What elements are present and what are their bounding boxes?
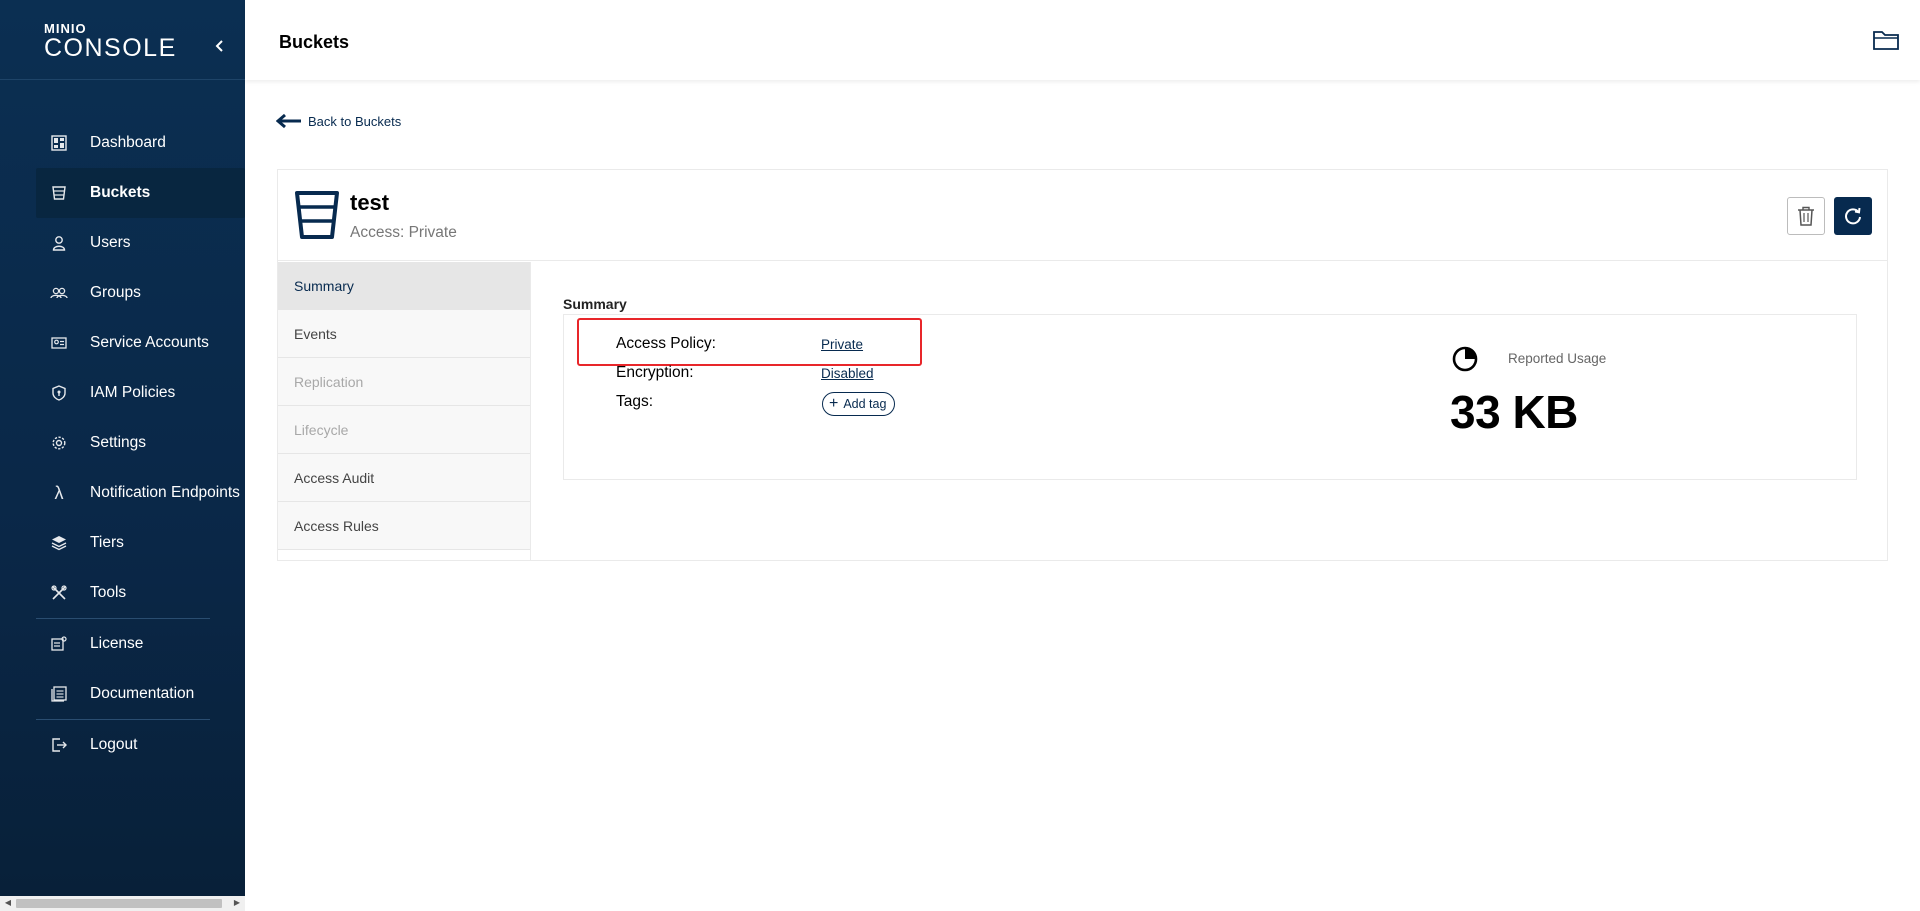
sidebar-item-label: Documentation xyxy=(90,685,195,702)
sidebar-item-label: Tools xyxy=(90,584,127,601)
scroll-left-icon[interactable]: ◀ xyxy=(3,898,13,908)
sidebar-item-documentation[interactable]: Documentation xyxy=(36,669,245,719)
access-policy-link[interactable]: Private xyxy=(821,337,863,352)
sidebar-item-notification-endpoints[interactable]: λ Notification Endpoints xyxy=(36,468,245,518)
minio-console-logo[interactable]: MINIO CONSOLE xyxy=(44,22,184,62)
collapse-sidebar-button[interactable] xyxy=(210,36,230,56)
bucket-tabs: Summary Events Replication Lifecycle Acc… xyxy=(278,262,531,561)
tab-summary[interactable]: Summary xyxy=(278,262,530,310)
bucket-panel: test Access: Private Summary Events Repl… xyxy=(277,169,1888,561)
tab-access-audit[interactable]: Access Audit xyxy=(278,454,530,502)
lambda-icon: λ xyxy=(54,482,64,503)
horizontal-scrollbar[interactable]: ◀ ▶ xyxy=(0,896,245,911)
sidebar-item-label: IAM Policies xyxy=(90,384,176,401)
bucket-header: test Access: Private xyxy=(278,170,1887,261)
tab-access-rules[interactable]: Access Rules xyxy=(278,502,530,550)
arrow-left-icon xyxy=(276,113,301,129)
folder-icon[interactable] xyxy=(1872,28,1900,52)
sidebar-item-label: Notification Endpoints xyxy=(90,484,240,501)
bucket-access: Access: Private xyxy=(350,224,457,241)
sidebar-item-label: Tiers xyxy=(90,534,124,551)
sidebar-item-settings[interactable]: Settings xyxy=(36,418,245,468)
tab-events[interactable]: Events xyxy=(278,310,530,358)
access-policy-label: Access Policy: xyxy=(616,335,716,352)
bucket-icon xyxy=(50,184,68,202)
tags-label: Tags: xyxy=(616,393,654,410)
reported-usage-value: 33 KB xyxy=(1450,386,1578,438)
summary-title: Summary xyxy=(563,296,627,312)
logout-icon xyxy=(50,736,68,754)
sidebar-item-label: Buckets xyxy=(90,184,151,201)
sidebar: MINIO CONSOLE Dashboard Buckets Users Gr… xyxy=(0,0,245,911)
chevron-left-icon xyxy=(215,40,223,52)
sidebar-item-service-accounts[interactable]: Service Accounts xyxy=(36,318,245,368)
sidebar-item-label: Logout xyxy=(90,736,138,753)
sidebar-nav: Dashboard Buckets Users Groups Service A… xyxy=(36,118,245,770)
plus-icon: + xyxy=(829,395,839,412)
add-tag-button[interactable]: + Add tag xyxy=(822,392,896,416)
encryption-link[interactable]: Disabled xyxy=(821,366,874,381)
scroll-right-icon[interactable]: ▶ xyxy=(232,898,242,908)
encryption-label: Encryption: xyxy=(616,364,694,381)
sidebar-item-label: Settings xyxy=(90,434,147,451)
bucket-large-icon xyxy=(295,191,339,239)
sidebar-item-groups[interactable]: Groups xyxy=(36,268,245,318)
sidebar-item-tools[interactable]: Tools xyxy=(36,568,245,618)
sidebar-divider xyxy=(0,79,245,80)
documentation-icon xyxy=(50,685,68,703)
sidebar-item-buckets[interactable]: Buckets xyxy=(36,168,245,218)
refresh-button[interactable] xyxy=(1834,197,1872,235)
dashboard-icon xyxy=(50,134,68,152)
shield-icon xyxy=(50,384,68,402)
tab-replication: Replication xyxy=(278,358,530,406)
delete-bucket-button[interactable] xyxy=(1787,197,1825,235)
summary-box: Access Policy: Private Encryption: Disab… xyxy=(563,314,1857,480)
sidebar-item-label: Groups xyxy=(90,284,141,301)
sidebar-item-tiers[interactable]: Tiers xyxy=(36,518,245,568)
layers-icon xyxy=(50,534,68,552)
top-bar: Buckets xyxy=(245,0,1920,80)
back-to-buckets-link[interactable]: Back to Buckets xyxy=(276,113,401,129)
sidebar-item-label: Service Accounts xyxy=(90,334,209,351)
logo-product: CONSOLE xyxy=(44,34,177,62)
sidebar-item-iam-policies[interactable]: IAM Policies xyxy=(36,368,245,418)
sidebar-item-dashboard[interactable]: Dashboard xyxy=(36,118,245,168)
sidebar-item-label: Dashboard xyxy=(90,134,166,151)
service-accounts-icon xyxy=(50,334,68,352)
add-tag-label: Add tag xyxy=(843,397,887,411)
gear-icon xyxy=(50,434,68,452)
page-title: Buckets xyxy=(279,32,350,52)
license-icon xyxy=(50,635,68,653)
user-icon xyxy=(50,234,68,252)
trash-icon xyxy=(1798,206,1814,226)
back-link-label: Back to Buckets xyxy=(308,113,402,129)
sidebar-item-label: Users xyxy=(90,234,131,251)
reported-usage-label: Reported Usage xyxy=(1508,351,1607,366)
sidebar-item-license[interactable]: License xyxy=(36,619,245,669)
scrollbar-thumb[interactable] xyxy=(16,899,222,908)
sidebar-item-label: License xyxy=(90,635,144,652)
tab-lifecycle: Lifecycle xyxy=(278,406,530,454)
bucket-name: test xyxy=(350,190,390,215)
sidebar-item-logout[interactable]: Logout xyxy=(36,720,245,770)
tools-icon xyxy=(50,584,68,602)
pie-chart-icon xyxy=(1452,346,1478,372)
sidebar-item-users[interactable]: Users xyxy=(36,218,245,268)
refresh-icon xyxy=(1845,207,1861,225)
groups-icon xyxy=(50,284,68,302)
